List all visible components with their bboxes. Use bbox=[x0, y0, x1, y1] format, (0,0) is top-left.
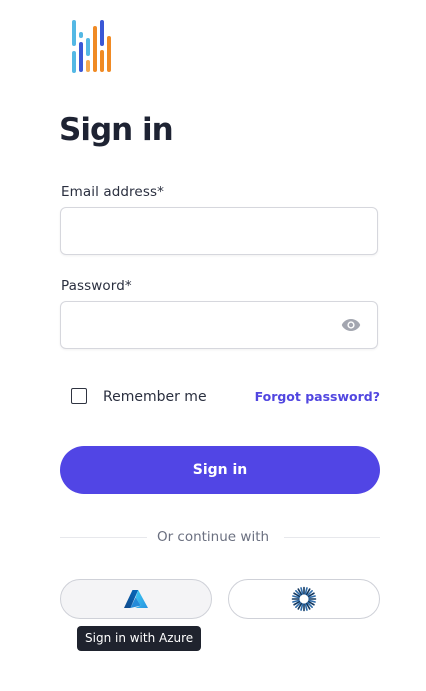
forgot-password-link[interactable]: Forgot password? bbox=[255, 388, 380, 406]
divider: Or continue with bbox=[0, 528, 426, 546]
email-field[interactable] bbox=[60, 207, 378, 255]
sunburst-icon bbox=[291, 586, 317, 612]
password-required-mark: * bbox=[124, 278, 132, 294]
password-field-wrapper[interactable] bbox=[60, 301, 378, 349]
sign-in-button[interactable]: Sign in bbox=[60, 446, 380, 494]
azure-icon bbox=[124, 590, 148, 608]
eye-icon[interactable] bbox=[341, 317, 361, 333]
email-label: Email address* bbox=[61, 183, 164, 201]
email-required-mark: * bbox=[157, 184, 164, 200]
page-title: Sign in bbox=[59, 112, 174, 148]
sunburst-sign-in-button[interactable] bbox=[228, 579, 380, 619]
divider-label: Or continue with bbox=[146, 529, 280, 545]
remember-me-label[interactable]: Remember me bbox=[103, 388, 207, 406]
bars-logo-icon bbox=[72, 20, 111, 73]
azure-sign-in-button[interactable] bbox=[60, 579, 212, 619]
remember-me-checkbox[interactable] bbox=[71, 388, 87, 404]
email-label-text: Email address bbox=[61, 184, 158, 200]
azure-tooltip: Sign in with Azure bbox=[77, 626, 202, 651]
password-label-text: Password bbox=[61, 278, 125, 294]
password-label: Password* bbox=[61, 277, 132, 295]
